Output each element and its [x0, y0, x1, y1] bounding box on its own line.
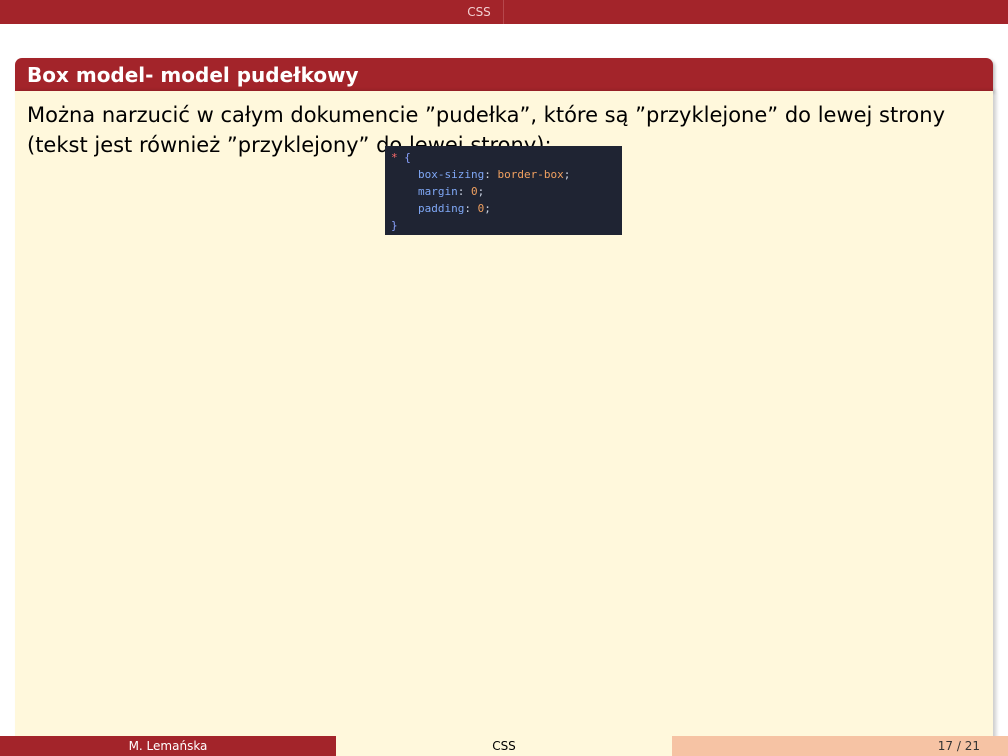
code-property: padding — [418, 202, 465, 215]
code-selector: * — [391, 151, 398, 164]
code-line-selector: * { — [391, 149, 622, 166]
section-title[interactable]: CSS — [455, 0, 504, 24]
code-property: margin — [418, 185, 458, 198]
footer-bar: M. Lemańska CSS 17 / 21 — [0, 736, 1008, 756]
code-close-brace: } — [391, 219, 398, 232]
footer-page-number: 17 / 21 — [937, 739, 980, 753]
code-line-declaration: box-sizing: border-box; — [418, 168, 571, 181]
content-block: Box model- model pudełkowy Można narzuci… — [15, 58, 993, 756]
block-title: Box model- model pudełkowy — [15, 58, 993, 91]
code-line-declaration: padding: 0; — [418, 202, 491, 215]
code-property: box-sizing — [418, 168, 485, 181]
code-line-close: } — [391, 217, 622, 234]
code-snippet: * { box-sizing: border-box; margin: 0; p… — [385, 146, 622, 235]
footer-page-box: 17 / 21 — [672, 736, 1008, 756]
code-value: 0 — [471, 185, 478, 198]
code-open-brace: { — [404, 151, 411, 164]
header-bar: CSS — [0, 0, 1008, 24]
footer-title: CSS — [336, 736, 672, 756]
footer-author: M. Lemańska — [0, 736, 336, 756]
code-line-declaration: margin: 0; — [418, 185, 485, 198]
code-value: border-box — [497, 168, 564, 181]
